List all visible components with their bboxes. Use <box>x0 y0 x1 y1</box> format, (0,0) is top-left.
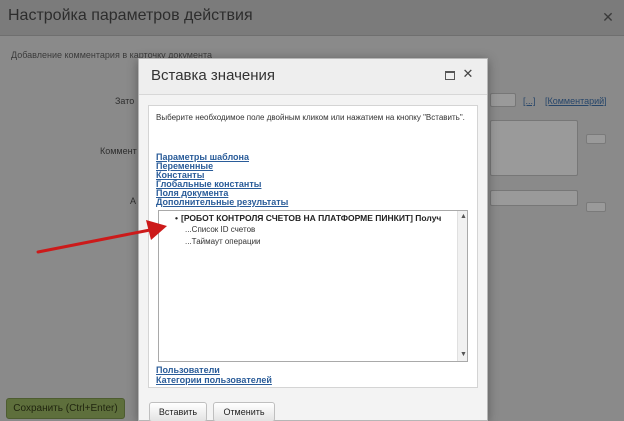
background-save-button: Сохранить (Ctrl+Enter) <box>6 398 125 419</box>
dialog-hint: Выберите необходимое поле двойным кликом… <box>156 113 465 122</box>
close-icon[interactable]: ✕ <box>461 67 475 81</box>
background-ellipsis-button <box>586 134 606 144</box>
category-user-groups[interactable]: Категории пользователей <box>156 375 272 385</box>
category-users[interactable]: Пользователи <box>156 365 220 375</box>
scroll-up-icon[interactable]: ▲ <box>459 212 467 221</box>
dialog-title: Вставка значения <box>151 67 276 84</box>
background-field <box>490 190 578 206</box>
scroll-down-icon[interactable]: ▼ <box>459 350 467 359</box>
cancel-button[interactable]: Отменить <box>213 402 275 421</box>
insert-value-dialog: Вставка значения ✕ Выберите необходимое … <box>138 58 488 421</box>
list-item-robot[interactable]: • [РОБОТ КОНТРОЛЯ СЧЕТОВ НА ПЛАТФОРМЕ ПИН… <box>175 213 441 223</box>
dialog-panel: Выберите необходимое поле двойным кликом… <box>148 105 478 388</box>
background-label: Коммент <box>100 146 137 156</box>
background-textarea <box>490 120 578 176</box>
background-link: [...] <box>523 96 536 106</box>
background-titlebar: Настройка параметров действия ✕ <box>0 0 624 36</box>
list-item[interactable]: ...Список ID счетов <box>185 225 255 234</box>
background-title: Настройка параметров действия <box>8 7 253 24</box>
list-item[interactable]: ...Таймаут операции <box>185 237 261 246</box>
background-label: Зато <box>115 96 135 106</box>
background-ellipsis-button <box>586 202 606 212</box>
field-list[interactable]: • [РОБОТ КОНТРОЛЯ СЧЕТОВ НА ПЛАТФОРМЕ ПИН… <box>158 210 468 362</box>
maximize-icon[interactable] <box>445 71 455 80</box>
background-label: А <box>130 196 137 206</box>
list-item-label: [РОБОТ КОНТРОЛЯ СЧЕТОВ НА ПЛАТФОРМЕ ПИНК… <box>180 213 442 223</box>
background-field <box>490 93 516 107</box>
background-link-comment: [Комментарий] <box>545 96 607 106</box>
background-close-icon: ✕ <box>602 9 614 25</box>
insert-button[interactable]: Вставить <box>149 402 207 421</box>
vertical-scrollbar[interactable]: ▲ ▼ <box>457 211 467 361</box>
bullet-icon: • <box>175 213 178 223</box>
dialog-titlebar: Вставка значения ✕ <box>139 59 487 95</box>
category-additional-results[interactable]: Дополнительные результаты <box>156 197 288 207</box>
